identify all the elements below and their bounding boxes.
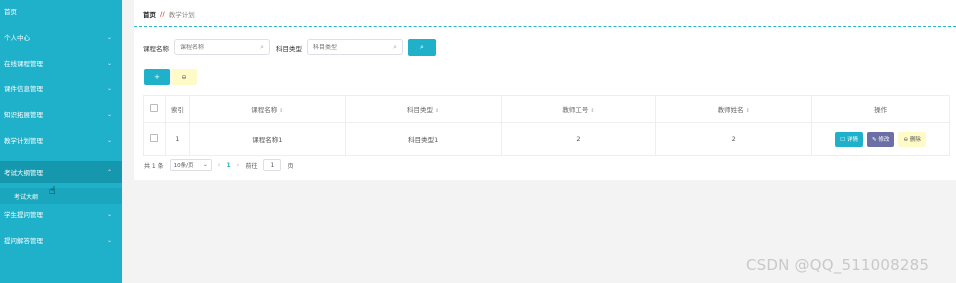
chevron-down-icon: ⌄ bbox=[106, 59, 112, 67]
sidebar-item-label: 在线课程管理 bbox=[4, 60, 43, 68]
breadcrumb-home[interactable]: 首页 bbox=[143, 9, 156, 19]
search-icon: ⌕ bbox=[260, 42, 264, 51]
goto-page-input[interactable]: 1 bbox=[263, 159, 282, 171]
cell-teacher-id: 2 bbox=[500, 122, 657, 156]
goto-label: 前往 bbox=[245, 162, 258, 170]
chevron-up-icon: ⌃ bbox=[106, 168, 112, 176]
breadcrumb-separator: // bbox=[160, 10, 165, 18]
select-all-checkbox[interactable] bbox=[150, 104, 159, 112]
chevron-down-icon: ⌄ bbox=[106, 236, 112, 244]
sidebar-item-home[interactable]: 首页 bbox=[0, 0, 122, 22]
sidebar-item-online-course[interactable]: 在线课程管理 ⌄ bbox=[0, 52, 122, 74]
table-header-row: 索引 课程名称 ⇕ 科目类型 ⇕ 教师工号 ⇕ 教师姓名 ⇕ 操作 bbox=[143, 95, 950, 123]
total-count: 共 1 条 bbox=[144, 162, 164, 170]
chevron-down-icon: ⌄ bbox=[106, 136, 112, 144]
sort-icon[interactable]: ⇕ bbox=[279, 108, 283, 114]
sidebar-item-personal-center[interactable]: 个人中心 ⌄ bbox=[0, 26, 122, 48]
cell-actions: ☐ 详情 ✎ 修改 ⊖ 删除 bbox=[811, 122, 950, 156]
prev-page-button[interactable]: ‹ bbox=[218, 161, 221, 169]
subject-type-field[interactable]: ⌕ bbox=[307, 39, 403, 55]
sidebar-item-label: 个人中心 bbox=[4, 34, 30, 42]
row-checkbox-cell[interactable] bbox=[143, 122, 166, 156]
cell-teacher-name: 2 bbox=[655, 122, 813, 156]
sidebar-item-label: 首页 bbox=[4, 8, 17, 16]
chevron-down-icon: ⌄ bbox=[106, 210, 112, 218]
cell-subject: 科目类型1 bbox=[344, 122, 502, 156]
cell-course: 课程名称1 bbox=[188, 122, 346, 156]
cell-index: 1 bbox=[164, 122, 190, 156]
next-page-button[interactable]: › bbox=[237, 161, 240, 169]
sort-icon[interactable]: ⇕ bbox=[746, 108, 750, 114]
column-header-actions: 操作 bbox=[811, 95, 950, 123]
column-header-teacher-id[interactable]: 教师工号 ⇕ bbox=[500, 95, 657, 123]
column-header-subject[interactable]: 科目类型 ⇕ bbox=[344, 95, 502, 123]
subject-type-input[interactable] bbox=[313, 43, 383, 51]
sidebar-item-courseware[interactable]: 课件信息管理 ⌄ bbox=[0, 77, 122, 99]
search-button[interactable]: ⌕ bbox=[408, 39, 436, 56]
hand-cursor-icon: ☝ bbox=[49, 184, 56, 197]
table-row: 1 课程名称1 科目类型1 2 2 ☐ 详情 ✎ 修改 ⊖ 删除 bbox=[143, 122, 950, 156]
subject-type-label: 科目类型 bbox=[276, 45, 302, 53]
add-button[interactable]: + bbox=[144, 69, 170, 85]
column-header: 索引 bbox=[164, 95, 190, 123]
data-table: 索引 课程名称 ⇕ 科目类型 ⇕ 教师工号 ⇕ 教师姓名 ⇕ 操作 1 课程名称1 科目… bbox=[143, 95, 950, 156]
search-icon: ⌕ bbox=[393, 42, 397, 51]
row-checkbox[interactable] bbox=[150, 134, 159, 142]
sort-icon[interactable]: ⇕ bbox=[435, 108, 439, 114]
search-icon: ⌕ bbox=[420, 43, 424, 51]
batch-delete-button[interactable]: ⊖ bbox=[171, 69, 197, 85]
sidebar-item-label: 课件信息管理 bbox=[4, 85, 43, 93]
breadcrumb: 首页 // 教学计划 bbox=[143, 9, 195, 19]
sidebar-item-label: 教学计划管理 bbox=[4, 137, 43, 145]
page-size-select[interactable]: 10条/页 ⌄ bbox=[169, 159, 212, 171]
sidebar-item-label: 提问解答管理 bbox=[4, 237, 43, 245]
detail-button[interactable]: ☐ 详情 bbox=[835, 131, 863, 147]
pagination: 共 1 条 10条/页 ⌄ ‹ 1 › 前往 1 页 bbox=[144, 158, 293, 172]
sidebar-item-teaching-plan[interactable]: 教学计划管理 ⌄ bbox=[0, 129, 122, 151]
column-header-teacher-name[interactable]: 教师姓名 ⇕ bbox=[655, 95, 813, 123]
course-name-input[interactable] bbox=[180, 43, 250, 51]
chevron-down-icon: ⌄ bbox=[203, 162, 208, 168]
sidebar-item-label: 考试大纲管理 bbox=[4, 169, 43, 177]
sidebar-item-knowledge[interactable]: 知识拓展管理 ⌄ bbox=[0, 103, 122, 125]
chevron-down-icon: ⌄ bbox=[106, 110, 112, 118]
course-name-field[interactable]: ⌕ bbox=[174, 39, 270, 55]
sidebar-subitem-exam-outline[interactable]: 考试大纲 bbox=[0, 188, 122, 204]
select-all-header[interactable] bbox=[143, 95, 166, 123]
sidebar-item-student-question[interactable]: 学生提问管理 ⌄ bbox=[0, 203, 122, 225]
delete-button[interactable]: ⊖ 删除 bbox=[898, 131, 926, 147]
column-header-course[interactable]: 课程名称 ⇕ bbox=[188, 95, 346, 123]
breadcrumb-current: 教学计划 bbox=[168, 11, 195, 19]
sidebar: 首页 个人中心 ⌄ 在线课程管理 ⌄ 课件信息管理 ⌄ 知识拓展管理 ⌄ 教学计… bbox=[0, 0, 122, 283]
page-unit-label: 页 bbox=[287, 162, 294, 170]
page-number-current[interactable]: 1 bbox=[226, 162, 230, 169]
edit-button[interactable]: ✎ 修改 bbox=[867, 131, 895, 147]
course-name-label: 课程名称 bbox=[143, 45, 169, 53]
chevron-down-icon: ⌄ bbox=[106, 84, 112, 92]
sidebar-item-answer[interactable]: 提问解答管理 ⌄ bbox=[0, 229, 122, 251]
sidebar-item-exam-outline[interactable]: 考试大纲管理 ⌃ bbox=[0, 161, 122, 183]
sidebar-item-label: 知识拓展管理 bbox=[4, 111, 43, 119]
sort-icon[interactable]: ⇕ bbox=[590, 108, 594, 114]
divider bbox=[134, 26, 956, 27]
sidebar-item-label: 学生提问管理 bbox=[4, 211, 43, 219]
watermark: CSDN @QQ_511008285 bbox=[746, 256, 930, 274]
chevron-down-icon: ⌄ bbox=[106, 33, 112, 41]
